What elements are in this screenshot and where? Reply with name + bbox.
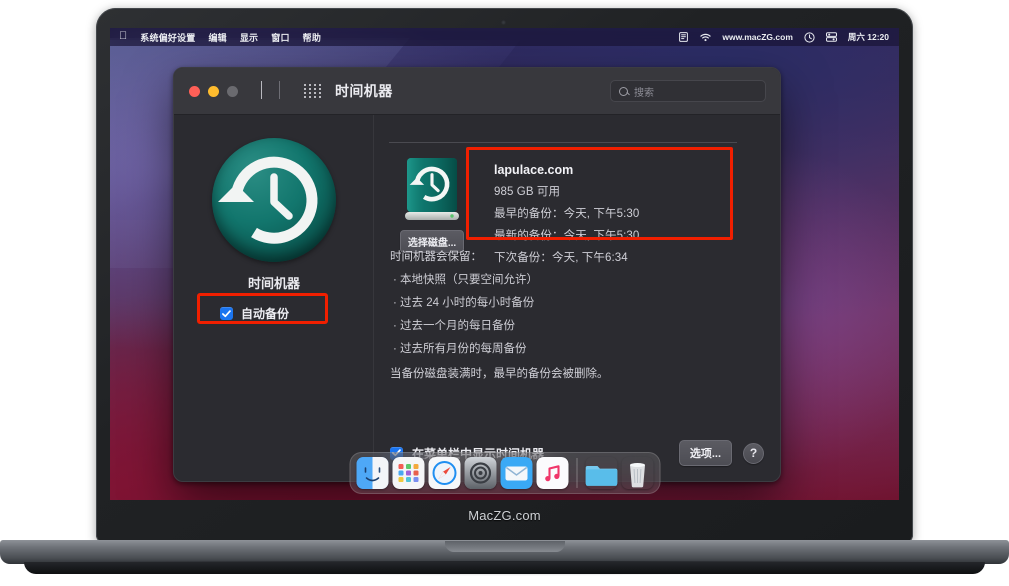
retention-bullet: · 过去 24 小时的每小时备份 xyxy=(393,297,535,309)
folder-icon[interactable] xyxy=(585,457,617,489)
dock-divider xyxy=(576,458,577,488)
menubar-datetime[interactable]: 周六 12:20 xyxy=(848,31,889,43)
menu-item-view[interactable]: 显示 xyxy=(240,31,258,44)
window-body: 时间机器 自动备份 选择磁盘... lapulace.com 985 GB 可用… xyxy=(174,115,780,481)
traffic-lights xyxy=(189,85,238,97)
trash-icon[interactable] xyxy=(621,457,653,489)
content-separator xyxy=(389,142,737,143)
close-button[interactable] xyxy=(189,85,200,97)
laptop-base-notch xyxy=(444,541,565,552)
menu-item-window[interactable]: 窗口 xyxy=(271,31,289,44)
auto-backup-checkbox[interactable] xyxy=(220,307,233,320)
music-icon[interactable] xyxy=(536,457,568,489)
safari-icon[interactable] xyxy=(428,457,460,489)
nav-buttons xyxy=(261,81,280,100)
laptop-screen:  系统偏好设置 编辑 显示 窗口 帮助 www.macZG.com xyxy=(110,28,899,500)
menu-bar:  系统偏好设置 编辑 显示 窗口 帮助 www.macZG.com xyxy=(110,28,899,46)
retention-bullet: · 本地快照（只要空间允许） xyxy=(393,274,539,286)
menu-item-edit[interactable]: 编辑 xyxy=(208,31,226,44)
sidebar-app-title: 时间机器 xyxy=(247,276,300,291)
search-placeholder: 搜索 xyxy=(634,87,654,99)
wifi-icon[interactable] xyxy=(700,32,712,43)
retention-footnote: 当备份磁盘装满时，最早的备份会被删除。 xyxy=(390,368,609,380)
oldest-backup: 最早的备份：今天, 下午5:30 xyxy=(494,208,640,220)
auto-backup-row[interactable]: 自动备份 xyxy=(220,305,289,322)
mail-icon[interactable] xyxy=(500,457,532,489)
dock xyxy=(349,452,660,494)
latest-backup: 最新的备份：今天, 下午5:30 xyxy=(494,230,640,242)
laptop-base-foot xyxy=(24,562,985,574)
chevron-left-icon[interactable] xyxy=(261,81,262,100)
menubar-site-label: www.macZG.com xyxy=(722,32,793,42)
window-titlebar: 时间机器 搜索 xyxy=(174,68,780,115)
retention-block: 时间机器会保留： · 本地快照（只要空间允许） · 过去 24 小时的每小时备份… xyxy=(390,248,609,381)
time-machine-icon xyxy=(212,138,336,262)
disk-name: lapulace.com xyxy=(494,163,574,177)
backup-disk-icon xyxy=(403,157,461,223)
finder-icon[interactable] xyxy=(356,457,388,489)
menu-item-help[interactable]: 帮助 xyxy=(303,31,321,44)
laptop-bezel-label: MacZG.com xyxy=(468,507,541,523)
retention-title: 时间机器会保留： xyxy=(390,251,482,263)
chevron-right-icon[interactable] xyxy=(279,81,280,100)
search-icon xyxy=(619,86,628,96)
launchpad-icon[interactable] xyxy=(392,457,424,489)
content-pane: 选择磁盘... lapulace.com 985 GB 可用 最早的备份：今天,… xyxy=(374,115,780,481)
menu-item-system-preferences[interactable]: 系统偏好设置 xyxy=(140,31,195,44)
sidebar: 时间机器 自动备份 xyxy=(174,115,374,481)
time-machine-window: 时间机器 搜索 时间机器 自动备份 选择磁盘... lapulace.com 9… xyxy=(173,67,781,482)
page-title: 时间机器 xyxy=(335,83,393,99)
minimize-button[interactable] xyxy=(208,85,219,97)
grid-icon[interactable] xyxy=(304,83,322,99)
help-button[interactable]: ? xyxy=(743,442,764,464)
retention-bullet: · 过去一个月的每日备份 xyxy=(393,320,516,332)
zoom-button[interactable] xyxy=(227,85,238,97)
search-input[interactable]: 搜索 xyxy=(610,80,766,102)
disk-available: 985 GB 可用 xyxy=(494,186,561,198)
options-button[interactable]: 选项... xyxy=(678,440,732,466)
system-preferences-icon[interactable] xyxy=(464,457,496,489)
auto-backup-label: 自动备份 xyxy=(241,307,290,321)
screenshot-scene:  系统偏好设置 编辑 显示 窗口 帮助 www.macZG.com xyxy=(0,0,1009,586)
webcam-icon xyxy=(501,20,506,25)
display-icon[interactable] xyxy=(678,32,689,43)
apple-logo-icon[interactable]:  xyxy=(119,30,127,42)
control-center-icon[interactable] xyxy=(825,32,837,43)
clock-icon[interactable] xyxy=(804,31,815,43)
retention-bullet: · 过去所有月份的每周备份 xyxy=(393,343,527,355)
